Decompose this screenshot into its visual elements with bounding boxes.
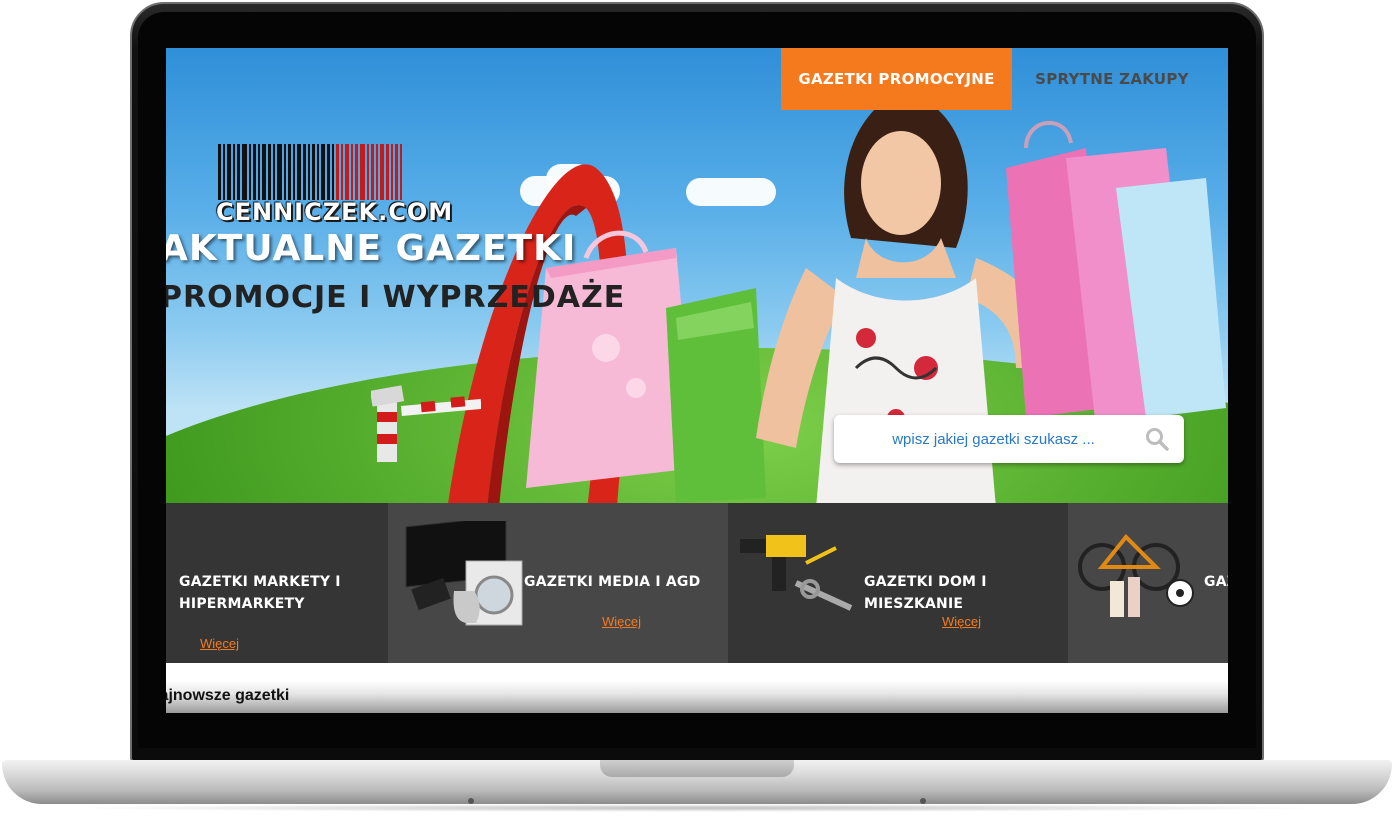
more-link[interactable]: Więcej xyxy=(200,636,239,651)
category-dom-mieszkanie[interactable]: GAZETKI DOM I MIESZKANIE Więcej xyxy=(728,503,1068,663)
hero-subtitle: PROMOCJE I WYPRZEDAŻE xyxy=(166,280,626,315)
laptop-foot xyxy=(468,798,474,804)
nav-tab-sprytne-zakupy[interactable]: SPRYTNE ZAKUPY xyxy=(1012,48,1212,110)
tools-image xyxy=(740,535,853,611)
search-input[interactable] xyxy=(846,423,1141,455)
site-logo[interactable]: CENNICZEK.COM xyxy=(216,144,452,234)
search-icon[interactable] xyxy=(1144,426,1170,452)
section-header-bar: Najnowsze gazetki xyxy=(166,681,1228,713)
category-sport[interactable]: GAZ xyxy=(1068,503,1228,663)
hero-title: AKTUALNE GAZETKI xyxy=(166,228,577,269)
laptop-shadow xyxy=(60,804,1334,812)
laptop-notch xyxy=(600,760,794,777)
search-box xyxy=(834,415,1184,463)
more-link[interactable]: Więcej xyxy=(942,614,981,629)
browser-screen: CENNICZEK.COM AKTUALNE GAZETKI PROMOCJE … xyxy=(166,48,1228,713)
sport-image xyxy=(1078,534,1194,617)
category-title-line: GAZETKI MARKETY I xyxy=(179,574,341,590)
logo-text: CENNICZEK.COM xyxy=(216,198,454,226)
section-title: Najnowsze gazetki xyxy=(166,687,290,704)
category-title-line: HIPERMARKETY xyxy=(179,596,305,612)
category-title: GAZETKI MARKETY I HIPERMARKETY xyxy=(179,571,341,615)
barrier-graphic xyxy=(371,385,481,462)
divider xyxy=(166,663,1228,681)
more-link[interactable]: Więcej xyxy=(602,614,641,629)
category-markety[interactable]: GAZETKI MARKETY I HIPERMARKETY Więcej xyxy=(166,503,388,663)
category-media-agd[interactable]: GAZETKI MEDIA I AGD Więcej xyxy=(388,503,728,663)
laptop-foot xyxy=(920,798,926,804)
appliances-image xyxy=(405,521,523,626)
nav-tab-gazetki-promocyjne[interactable]: GAZETKI PROMOCYJNE xyxy=(781,48,1012,110)
category-strip: GAZETKI MARKETY I HIPERMARKETY Więcej GA… xyxy=(166,503,1228,663)
category-title: GAZETKI DOM I MIESZKANIE xyxy=(864,574,987,612)
hero-banner: CENNICZEK.COM AKTUALNE GAZETKI PROMOCJE … xyxy=(166,48,1228,503)
barcode-icon xyxy=(218,144,444,200)
category-title: GAZ xyxy=(1204,574,1228,590)
category-title: GAZETKI MEDIA I AGD xyxy=(524,574,701,590)
